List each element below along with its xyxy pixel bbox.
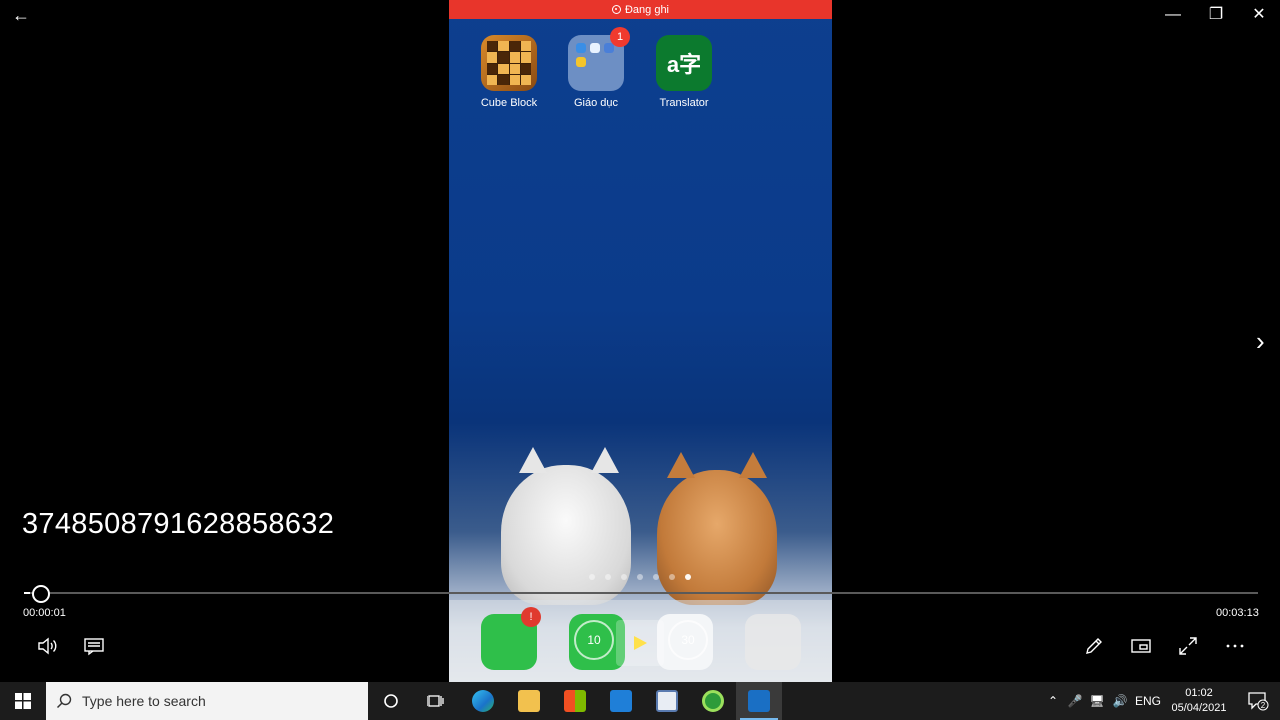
cortana-button[interactable] (368, 682, 414, 720)
clock-date: 05/04/2021 (1171, 702, 1227, 714)
page-dot (637, 574, 643, 580)
skip-forward-icon[interactable]: 30 (668, 620, 708, 660)
recording-label: Đang ghi (624, 3, 670, 16)
phone-screen: Đang ghi Cube Block 1 Giáo dục a字 Transl… (449, 0, 832, 682)
page-dot (685, 574, 691, 580)
volume-icon (38, 637, 57, 655)
task-view-button[interactable] (413, 682, 459, 720)
seek-progress (24, 592, 31, 594)
movies-tv-icon (748, 690, 770, 712)
video-title: 374850879162885863​2 (22, 508, 335, 540)
movies-tv-button[interactable] (736, 682, 782, 720)
search-icon (56, 693, 72, 709)
task-view-icon (427, 695, 444, 707)
taskbar-search[interactable]: Type here to search (46, 682, 368, 720)
page-dot (653, 574, 659, 580)
recording-status-bar: Đang ghi (449, 0, 832, 19)
edge-button[interactable] (460, 682, 506, 720)
edit-button[interactable] (1080, 632, 1108, 660)
seek-bar[interactable] (24, 592, 1258, 594)
mini-view-button[interactable] (1127, 632, 1155, 660)
volume-button[interactable] (33, 632, 61, 660)
network-icon[interactable]: 🖥 (1086, 682, 1108, 720)
captions-icon (84, 638, 104, 656)
next-chevron-icon[interactable]: › (1256, 326, 1278, 358)
back-arrow-icon[interactable]: ← (12, 6, 36, 26)
windows-taskbar: Type here to search ⌃ 🎤 🖥 🔊 ENG 01:02 05… (0, 682, 1280, 720)
restore-icon[interactable]: ❐ (1196, 4, 1236, 26)
mail-button[interactable] (598, 682, 644, 720)
app-translator[interactable]: a字 Translator (648, 35, 720, 109)
white-cat (501, 447, 631, 605)
file-explorer-button[interactable] (506, 682, 552, 720)
microphone-icon[interactable]: 🎤 (1064, 682, 1086, 720)
page-indicator[interactable] (589, 574, 691, 580)
translator-icon: a字 (656, 35, 712, 91)
green-app-icon (702, 690, 724, 712)
page-dot (669, 574, 675, 580)
skip-back-icon[interactable]: 10 (574, 620, 614, 660)
folder-icon (518, 690, 540, 712)
app-label: Translator (659, 97, 709, 109)
page-dot (589, 574, 595, 580)
captions-button[interactable] (80, 632, 108, 660)
play-pause-button[interactable] (616, 620, 664, 666)
mini-view-icon (1131, 639, 1151, 653)
play-icon (634, 636, 647, 650)
skip-forward-seconds: 30 (681, 633, 695, 647)
cube-block-icon (481, 35, 537, 91)
edge-icon (472, 690, 494, 712)
minimize-icon[interactable]: — (1153, 4, 1193, 26)
search-placeholder: Type here to search (82, 693, 206, 709)
more-icon (1226, 644, 1244, 648)
page-dot (621, 574, 627, 580)
messages-icon[interactable]: ! (481, 607, 541, 670)
app-cube-block[interactable]: Cube Block (473, 35, 545, 109)
store-button[interactable] (552, 682, 598, 720)
close-icon[interactable]: ✕ (1239, 4, 1279, 26)
show-hidden-icons[interactable]: ⌃ (1042, 682, 1064, 720)
volume-tray-icon[interactable]: 🔊 (1108, 682, 1132, 720)
current-time: 00:00:01 (23, 607, 66, 619)
app-green-button[interactable] (690, 682, 736, 720)
seek-thumb[interactable] (32, 585, 50, 603)
store-icon (564, 690, 586, 712)
fullscreen-icon (1179, 637, 1197, 655)
more-options-button[interactable] (1221, 632, 1249, 660)
notification-badge: 1 (610, 27, 630, 47)
notification-icon: 2 (1248, 692, 1269, 711)
fullscreen-button[interactable] (1174, 632, 1202, 660)
language-indicator[interactable]: ENG (1134, 682, 1162, 720)
mail-icon (610, 690, 632, 712)
skip-back-seconds: 10 (587, 633, 601, 647)
page-dot (605, 574, 611, 580)
start-button[interactable] (0, 682, 46, 720)
app-label: Cube Block (480, 97, 538, 109)
pencil-icon (1086, 638, 1102, 654)
clock-time: 01:02 (1185, 687, 1213, 699)
action-center-button[interactable]: 2 (1236, 682, 1280, 720)
wallpaper-cats-image (489, 447, 789, 605)
orange-cat (657, 452, 777, 605)
messages-badge: ! (521, 607, 541, 627)
record-icon (611, 5, 621, 14)
document-icon (656, 690, 678, 712)
cortana-icon (384, 694, 398, 708)
contacts-icon[interactable] (745, 614, 801, 670)
app-folder-giao-duc[interactable]: 1 Giáo dục (560, 27, 632, 109)
system-clock[interactable]: 01:02 05/04/2021 (1164, 686, 1234, 716)
total-time: 00:03:13 (1216, 607, 1259, 619)
app-button[interactable] (644, 682, 690, 720)
notification-count: 2 (1261, 701, 1266, 710)
folder-icon: 1 (568, 27, 630, 91)
video-area[interactable]: Đang ghi Cube Block 1 Giáo dục a字 Transl… (0, 0, 1280, 682)
windows-logo-icon (15, 693, 31, 709)
app-label: Giáo dục (573, 97, 619, 109)
